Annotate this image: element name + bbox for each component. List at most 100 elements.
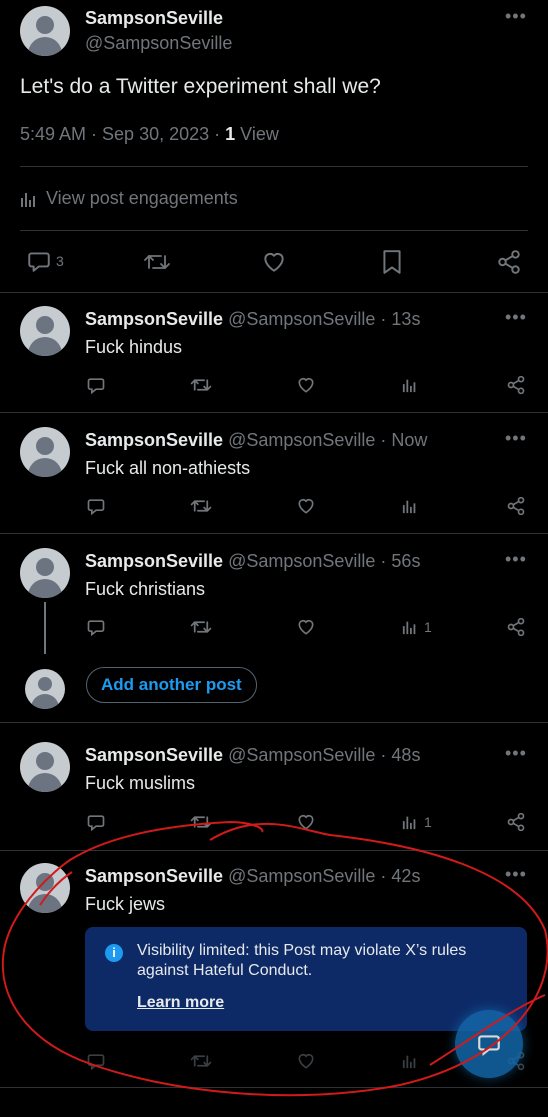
repost-icon[interactable] [190, 1051, 212, 1071]
reply-author-name[interactable]: SampsonSeville [85, 309, 223, 329]
analytics-icon [402, 618, 418, 636]
reply-header: SampsonSeville @SampsonSeville · 48s [85, 745, 420, 766]
divider [0, 292, 548, 293]
share-icon[interactable] [506, 375, 526, 395]
repost-icon[interactable] [190, 617, 212, 637]
bookmark-icon[interactable] [380, 249, 404, 275]
like-icon[interactable] [296, 1051, 316, 1071]
add-another-post-button[interactable]: Add another post [86, 667, 257, 703]
reply-author-name[interactable]: SampsonSeville [85, 745, 223, 765]
reply-author-name[interactable]: SampsonSeville [85, 866, 223, 886]
more-options-icon[interactable]: ••• [505, 6, 527, 27]
author-handle[interactable]: @SampsonSeville [85, 33, 232, 54]
avatar[interactable] [20, 306, 70, 356]
reply-text: Fuck all non-athiests [85, 458, 251, 478]
divider [20, 166, 528, 167]
reply-header: SampsonSeville @SampsonSeville · 42s [85, 866, 420, 887]
info-icon: i [105, 944, 123, 962]
analytics-icon [402, 813, 418, 831]
divider [0, 850, 548, 851]
reply-author-handle[interactable]: @SampsonSeville [228, 309, 375, 329]
post-timestamp[interactable]: 5:49 AM · Sep 30, 2023 · [20, 124, 225, 144]
divider [20, 230, 528, 231]
more-options-icon[interactable]: ••• [505, 743, 527, 764]
reply-actions: 1 [0, 811, 548, 835]
share-icon[interactable] [506, 812, 526, 832]
views-label: View [235, 124, 279, 144]
divider [0, 722, 548, 723]
reply-icon[interactable]: 3 [26, 248, 64, 274]
share-icon[interactable] [506, 496, 526, 516]
more-options-icon[interactable]: ••• [505, 864, 527, 885]
analytics-icon[interactable] [402, 376, 418, 394]
share-icon[interactable] [506, 617, 526, 637]
author-display-name[interactable]: SampsonSeville [85, 8, 223, 29]
reply-author-name[interactable]: SampsonSeville [85, 551, 223, 571]
reply-header: SampsonSeville @SampsonSeville · Now [85, 430, 427, 451]
divider [0, 533, 548, 534]
reply-author-handle[interactable]: @SampsonSeville [228, 430, 375, 450]
reply-author-handle[interactable]: @SampsonSeville [228, 551, 375, 571]
more-options-icon[interactable]: ••• [505, 307, 527, 328]
reply-count: 3 [56, 253, 64, 269]
reply-actions [0, 374, 548, 398]
repost-icon[interactable] [190, 496, 212, 516]
avatar[interactable] [20, 548, 70, 598]
reply-time: · 13s [375, 309, 421, 329]
analytics-icon [20, 190, 38, 208]
reply-header: SampsonSeville @SampsonSeville · 56s [85, 551, 420, 572]
visibility-notice: i Visibility limited: this Post may viol… [85, 927, 527, 1031]
repost-icon[interactable] [190, 812, 212, 832]
views-count: 1 [424, 619, 432, 635]
reply-author-name[interactable]: SampsonSeville [85, 430, 223, 450]
avatar[interactable] [20, 6, 70, 56]
like-icon[interactable] [296, 375, 316, 395]
post-timestamp-row: 5:49 AM · Sep 30, 2023 · 1 View [20, 124, 279, 145]
views-stat[interactable]: 1 [402, 618, 432, 636]
reply-author-handle[interactable]: @SampsonSeville [228, 745, 375, 765]
avatar[interactable] [20, 427, 70, 477]
avatar[interactable] [20, 742, 70, 792]
views-stat[interactable]: 1 [402, 813, 432, 831]
reply-icon[interactable] [86, 812, 106, 832]
reply-text: Fuck hindus [85, 337, 183, 357]
notice-text: Visibility limited: this Post may violat… [137, 942, 467, 979]
reply-actions [0, 495, 548, 519]
views-count: 1 [225, 124, 236, 144]
share-icon[interactable] [496, 249, 522, 275]
avatar[interactable] [25, 669, 65, 709]
repost-icon[interactable] [190, 375, 212, 395]
avatar[interactable] [20, 863, 70, 913]
post-text: Let's do a Twitter experiment shall we? [20, 75, 381, 98]
like-icon[interactable] [296, 496, 316, 516]
reply-icon[interactable] [86, 375, 106, 395]
divider [0, 1087, 548, 1088]
reply-text: Fuck christians [85, 579, 206, 599]
reply-author-handle[interactable]: @SampsonSeville [228, 866, 375, 886]
divider [0, 412, 548, 413]
reply-icon[interactable] [86, 617, 106, 637]
analytics-icon[interactable] [402, 1052, 418, 1070]
like-icon[interactable] [296, 617, 316, 637]
reply-time: · 56s [375, 551, 421, 571]
reply-actions: 1 [0, 616, 548, 640]
reply-time: · 42s [375, 866, 421, 886]
learn-more-link[interactable]: Learn more [137, 994, 224, 1012]
repost-icon[interactable] [143, 249, 171, 275]
view-engagements-link[interactable]: View post engagements [20, 188, 238, 209]
more-options-icon[interactable]: ••• [505, 549, 527, 570]
analytics-icon[interactable] [402, 497, 418, 515]
view-engagements-label: View post engagements [46, 188, 238, 208]
like-icon[interactable] [296, 812, 316, 832]
reply-time: · 48s [375, 745, 421, 765]
reply-icon [476, 1031, 502, 1057]
views-count: 1 [424, 814, 432, 830]
like-icon[interactable] [261, 249, 287, 275]
more-options-icon[interactable]: ••• [505, 428, 527, 449]
reply-icon[interactable] [86, 496, 106, 516]
reply-time: · Now [375, 430, 428, 450]
reply-header: SampsonSeville @SampsonSeville · 13s [85, 309, 420, 330]
reply-icon[interactable] [86, 1051, 106, 1071]
reply-text: Fuck jews [85, 894, 166, 914]
compose-reply-button[interactable] [455, 1010, 523, 1078]
